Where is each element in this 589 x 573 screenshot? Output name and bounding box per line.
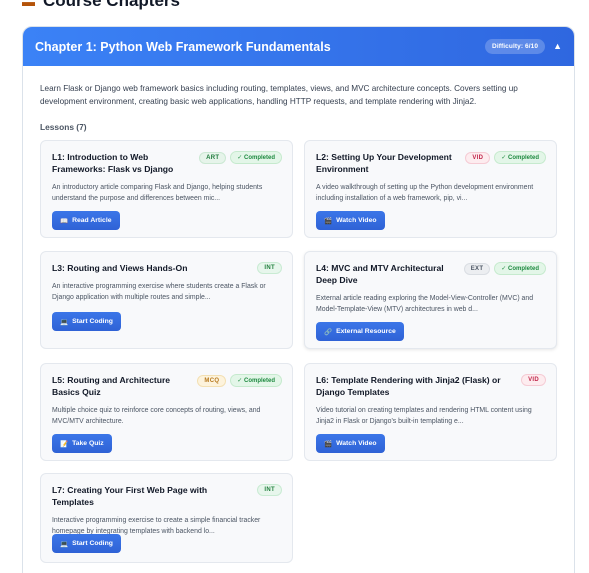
button-label: Read Article xyxy=(72,217,112,224)
lesson-card-l6[interactable]: L6: Template Rendering with Jinja2 (Flas… xyxy=(304,363,557,461)
watch-video-button[interactable]: 🎬 Watch Video xyxy=(316,434,385,453)
lesson-title: L4: MVC and MTV Architectural Deep Dive xyxy=(316,263,444,285)
page-title: Course Chapters xyxy=(43,0,180,10)
book-icon: 📖 xyxy=(60,217,69,225)
lesson-card-l5[interactable]: L5: Routing and Architecture Basics Quiz… xyxy=(40,363,293,461)
completed-badge: ✓ Completed xyxy=(494,151,546,164)
watch-video-button[interactable]: 🎬 Watch Video xyxy=(316,211,385,230)
button-label: External Resource xyxy=(336,328,396,335)
lesson-description: An introductory article comparing Flask … xyxy=(52,184,263,202)
lesson-card-l3[interactable]: L3: Routing and Views Hands-On INT An in… xyxy=(40,251,293,349)
lessons-heading: Lessons (7) xyxy=(40,122,87,132)
completed-badge: ✓ Completed xyxy=(230,151,282,164)
laptop-icon: 💻 xyxy=(60,540,69,548)
chapter-header-controls: Difficulty: 6/10 ▲ xyxy=(485,39,562,54)
memo-icon: 📝 xyxy=(60,440,69,448)
lesson-title: L1: Introduction to Web Frameworks: Flas… xyxy=(52,152,174,174)
lesson-title: L7: Creating Your First Web Page with Te… xyxy=(52,485,208,507)
clapper-icon: 🎬 xyxy=(324,440,333,448)
lesson-title: L3: Routing and Views Hands-On xyxy=(52,263,188,273)
completed-badge: ✓ Completed xyxy=(494,262,546,275)
link-icon: 🔗 xyxy=(324,328,333,336)
start-coding-button[interactable]: 💻 Start Coding xyxy=(52,534,121,553)
lesson-description: An interactive programming exercise wher… xyxy=(52,283,266,301)
lesson-description: External article reading exploring the M… xyxy=(316,295,534,313)
lesson-description: A video walkthrough of setting up the Py… xyxy=(316,184,534,202)
lesson-description: Multiple choice quiz to reinforce core c… xyxy=(52,407,261,425)
lesson-type-badge: INT xyxy=(257,262,282,274)
button-label: Start Coding xyxy=(72,540,113,547)
start-coding-button[interactable]: 💻 Start Coding xyxy=(52,312,121,331)
chapter-card: Chapter 1: Python Web Framework Fundamen… xyxy=(22,26,575,573)
read-article-button[interactable]: 📖 Read Article xyxy=(52,211,120,230)
button-label: Watch Video xyxy=(336,440,377,447)
lesson-type-badge: MCQ xyxy=(197,374,227,387)
lesson-card-l7[interactable]: L7: Creating Your First Web Page with Te… xyxy=(40,473,293,563)
book-icon: ▬ xyxy=(22,0,35,9)
lesson-type-badge: VID xyxy=(521,374,546,386)
lesson-title: L6: Template Rendering with Jinja2 (Flas… xyxy=(316,375,501,397)
lesson-card-l2[interactable]: L2: Setting Up Your Development Environm… xyxy=(304,140,557,238)
completed-badge: ✓ Completed xyxy=(230,374,282,387)
lesson-type-badge: EXT xyxy=(463,262,491,275)
lesson-title: L2: Setting Up Your Development Environm… xyxy=(316,152,452,174)
chapter-description: Learn Flask or Django web framework basi… xyxy=(40,84,518,106)
lesson-card-l1[interactable]: L1: Introduction to Web Frameworks: Flas… xyxy=(40,140,293,238)
lesson-type-badge: VID xyxy=(465,151,491,164)
button-label: Take Quiz xyxy=(72,440,104,447)
button-label: Start Coding xyxy=(72,318,113,325)
chapter-title[interactable]: Chapter 1: Python Web Framework Fundamen… xyxy=(35,40,331,54)
lesson-description: Video tutorial on creating templates and… xyxy=(316,407,532,425)
chapter-header[interactable]: Chapter 1: Python Web Framework Fundamen… xyxy=(23,27,574,66)
external-resource-button[interactable]: 🔗 External Resource xyxy=(316,322,404,341)
take-quiz-button[interactable]: 📝 Take Quiz xyxy=(52,434,112,453)
lesson-type-badge: ART xyxy=(199,151,227,164)
lesson-type-badge: INT xyxy=(257,484,282,496)
lesson-card-l4[interactable]: L4: MVC and MTV Architectural Deep Dive … xyxy=(304,251,557,349)
lesson-title: L5: Routing and Architecture Basics Quiz xyxy=(52,375,171,397)
button-label: Watch Video xyxy=(336,217,377,224)
difficulty-badge: Difficulty: 6/10 xyxy=(485,39,546,54)
clapper-icon: 🎬 xyxy=(324,217,333,225)
laptop-icon: 💻 xyxy=(60,318,69,326)
collapse-chevron-icon[interactable]: ▲ xyxy=(553,42,562,51)
page-heading: ▬ Course Chapters xyxy=(22,0,180,11)
